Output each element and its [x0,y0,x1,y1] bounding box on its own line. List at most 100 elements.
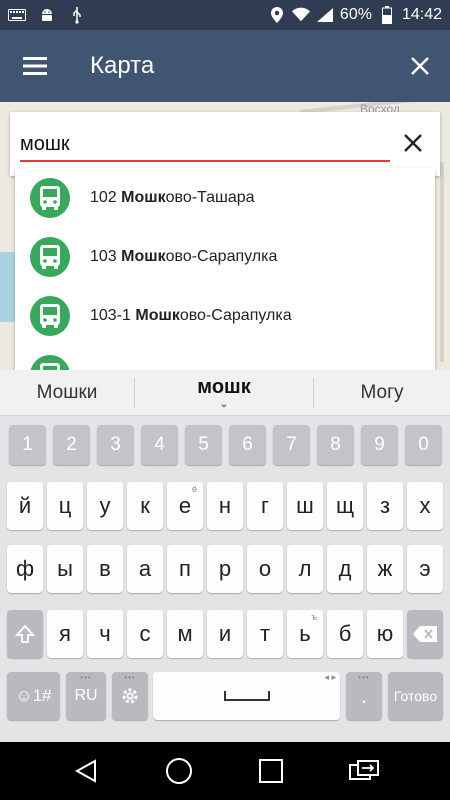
key-letter[interactable]: ж [367,545,403,593]
key-1[interactable]: 1 [9,425,46,465]
key-0[interactable]: 0 [405,425,442,465]
key-letter[interactable]: щ [327,482,363,530]
key-letter-soft[interactable]: ьъ [287,610,323,658]
bus-icon [30,236,70,277]
key-4[interactable]: 4 [141,425,178,465]
suggestion-label: 103-1 Мошково-Сарапулка [90,306,292,324]
shift-icon [14,624,36,643]
key-9[interactable]: 9 [361,425,398,465]
key-5[interactable]: 5 [185,425,222,465]
close-button[interactable] [390,30,450,102]
menu-button[interactable] [0,30,70,102]
key-letter[interactable]: х [407,482,443,530]
search-underline [20,160,390,162]
period-key[interactable]: ••• . [346,672,382,720]
language-key[interactable]: ••• RU [66,672,106,720]
list-item[interactable] [15,345,435,370]
page-title: Карта [90,52,155,79]
switch-sim-button[interactable] [342,749,386,793]
settings-key[interactable]: ••• [112,672,148,720]
key-6[interactable]: 6 [229,425,266,465]
key-letter[interactable]: м [167,610,203,658]
backspace-icon [413,626,437,642]
clock: 14:42 [401,6,442,23]
suggestions-list: 102 Мошково-Ташара 103 Мошково-Сарапулка… [15,168,435,370]
key-letter[interactable]: ы [47,545,83,593]
prediction-left[interactable]: Мошки [0,370,134,416]
search-box [10,112,440,176]
space-key[interactable]: ◂ ▸ [153,672,340,720]
key-letter[interactable]: о [247,545,283,593]
done-key[interactable]: Готово [388,672,443,720]
emoji-symbols-key[interactable]: ☺1# [7,672,60,720]
battery-icon [378,6,396,24]
space-icon [223,691,270,701]
key-3[interactable]: 3 [97,425,134,465]
usb-icon [68,6,86,24]
key-letter[interactable]: э [407,545,443,593]
key-letter[interactable]: б [327,610,363,658]
key-letter[interactable]: п [167,545,203,593]
shift-key[interactable] [7,610,43,658]
key-letter[interactable]: ю [367,610,403,658]
bus-icon [30,177,70,218]
emoji-symbols-label: ☺1# [15,686,52,705]
recents-button[interactable] [249,749,293,793]
recents-square-icon [259,759,284,783]
key-letter[interactable]: ш [287,482,323,530]
back-button[interactable] [64,749,108,793]
list-item[interactable]: 103 Мошково-Сарапулка [15,227,435,286]
suggestion-label: 103 Мошково-Сарапулка [90,247,278,265]
key-letter[interactable]: ц [47,482,83,530]
key-letter[interactable]: в [87,545,123,593]
key-letter[interactable]: т [247,610,283,658]
gear-icon [122,688,138,704]
signal-icon [316,6,334,24]
key-8[interactable]: 8 [317,425,354,465]
key-letter[interactable]: у [87,482,123,530]
app-bar: Карта [0,30,450,102]
key-letter[interactable]: а [127,545,163,593]
prediction-center-label: мошк [197,376,251,398]
battery-percent: 60% [339,6,372,23]
key-letter[interactable]: г [247,482,283,530]
close-icon [404,134,422,152]
key-letter-e[interactable]: её [167,482,203,530]
back-triangle-icon [75,759,97,783]
search-input[interactable] [20,130,380,158]
key-letter[interactable]: й [7,482,43,530]
key-letter[interactable]: д [327,545,363,593]
key-letter[interactable]: ч [87,610,123,658]
key-letter[interactable]: л [287,545,323,593]
prediction-right[interactable]: Могу [314,370,450,416]
chevron-down-icon[interactable]: ⌄ [220,400,228,410]
key-letter[interactable]: с [127,610,163,658]
key-letter[interactable]: и [207,610,243,658]
close-icon [411,57,429,75]
switch-sim-icon [348,760,379,780]
status-bar: 60% 14:42 [0,0,450,30]
backspace-key[interactable] [407,610,443,658]
key-letter[interactable]: ф [7,545,43,593]
language-label: RU [74,687,98,704]
list-item[interactable]: 102 Мошково-Ташара [15,168,435,227]
prediction-bar: Мошки мошк ⌄ Могу [0,370,450,416]
list-item[interactable]: 103-1 Мошково-Сарапулка [15,286,435,345]
home-circle-icon [165,758,192,784]
clear-search-button[interactable] [398,128,428,158]
cursor-arrows: ◂ ▸ [324,672,336,682]
key-letter[interactable]: р [207,545,243,593]
key-letter[interactable]: я [47,610,83,658]
key-letter[interactable]: з [367,482,403,530]
android-icon [38,6,56,24]
more-dots: ••• [124,673,136,682]
prediction-center[interactable]: мошк ⌄ [135,370,313,416]
key-letter[interactable]: н [207,482,243,530]
suggestion-label: 102 Мошково-Ташара [90,188,255,206]
key-2[interactable]: 2 [53,425,90,465]
keyboard-icon [8,6,26,24]
key-7[interactable]: 7 [273,425,310,465]
key-label: е [178,493,192,518]
key-letter[interactable]: к [127,482,163,530]
home-button[interactable] [157,749,201,793]
